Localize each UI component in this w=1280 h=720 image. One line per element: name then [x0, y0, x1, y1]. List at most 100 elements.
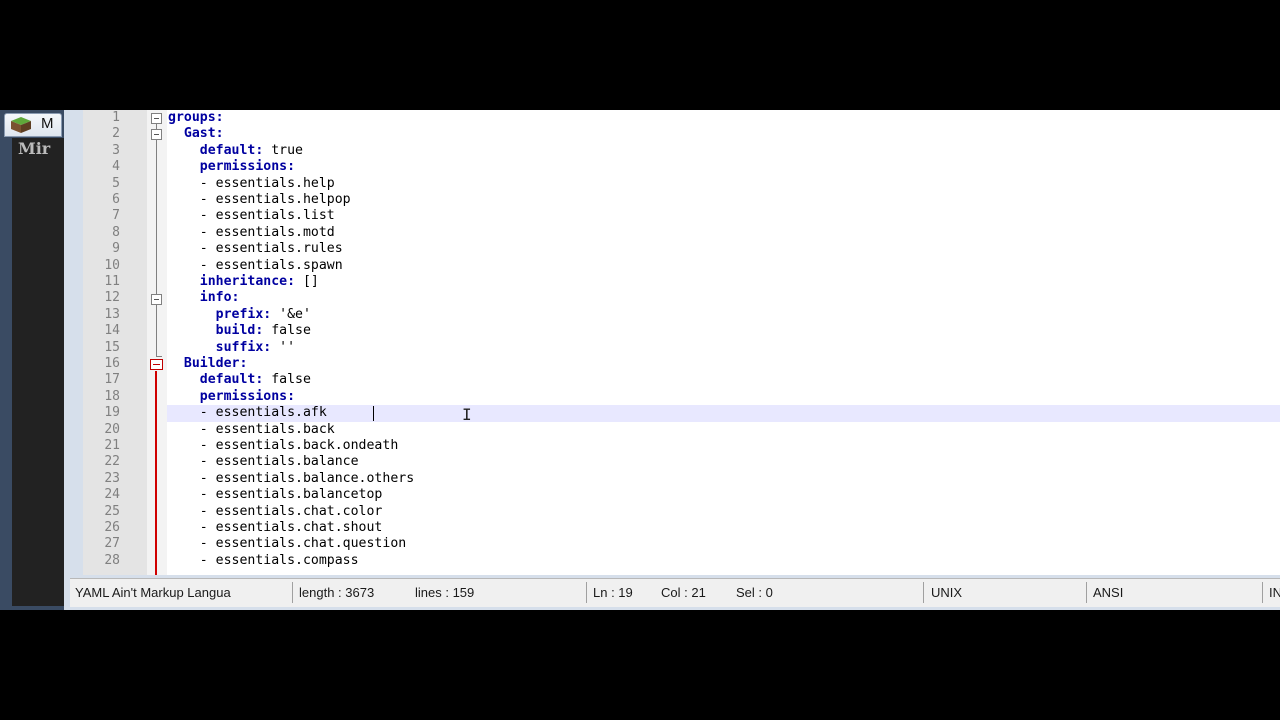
- line-number: 13: [104, 307, 120, 322]
- code-line[interactable]: - essentials.motd: [168, 225, 335, 241]
- yaml-value: '&e': [271, 307, 311, 322]
- yaml-key: permissions:: [199, 159, 296, 174]
- code-line[interactable]: - essentials.compass: [168, 553, 359, 569]
- code-line[interactable]: - essentials.rules: [168, 241, 343, 257]
- yaml-value: []: [295, 274, 319, 289]
- yaml-key: default:: [199, 372, 264, 387]
- fold-line-active: [155, 371, 157, 575]
- yaml-value: - essentials.spawn: [199, 258, 343, 273]
- code-line[interactable]: - essentials.balance.others: [168, 471, 414, 487]
- code-line[interactable]: build: false: [168, 323, 311, 339]
- fold-toggle-icon[interactable]: [150, 359, 163, 370]
- code-line[interactable]: - essentials.helpop: [168, 192, 351, 208]
- yaml-key: suffix:: [215, 340, 272, 355]
- status-lines: lines : 159: [415, 585, 475, 600]
- line-number: 28: [104, 553, 120, 568]
- code-line[interactable]: - essentials.balancetop: [168, 487, 383, 503]
- status-language: YAML Ain't Markup Langua: [75, 585, 231, 600]
- minecraft-grass-block-icon: [11, 117, 31, 133]
- status-bar: YAML Ain't Markup Langua length : 3673 l…: [70, 578, 1280, 607]
- yaml-key: Builder:: [183, 356, 248, 371]
- status-divider: [292, 582, 293, 603]
- code-line[interactable]: - essentials.chat.shout: [168, 520, 383, 536]
- status-sel: Sel : 0: [736, 585, 773, 600]
- status-col: Col : 21: [661, 585, 706, 600]
- yaml-value: - essentials.back: [199, 422, 335, 437]
- fold-toggle-icon[interactable]: [151, 129, 162, 140]
- status-divider: [923, 582, 924, 603]
- line-number: 14: [104, 323, 120, 338]
- code-line[interactable]: - essentials.list: [168, 208, 335, 224]
- background-window-title: Mir: [18, 139, 51, 158]
- ibeam-cursor-icon: I: [462, 405, 472, 424]
- fold-line: [156, 304, 157, 356]
- status-ln: Ln : 19: [593, 585, 633, 600]
- yaml-value: - essentials.motd: [199, 225, 335, 240]
- code-line[interactable]: suffix: '': [168, 340, 295, 356]
- code-line[interactable]: permissions:: [168, 159, 295, 175]
- line-number: 25: [104, 504, 120, 519]
- code-line[interactable]: - essentials.back: [168, 422, 335, 438]
- yaml-value: - essentials.balance: [199, 454, 359, 469]
- yaml-value: - essentials.help: [199, 176, 335, 191]
- code-line[interactable]: - essentials.chat.color: [168, 504, 383, 520]
- line-number: 4: [112, 159, 120, 174]
- fold-toggle-icon[interactable]: [151, 113, 162, 124]
- status-divider: [1086, 582, 1087, 603]
- line-number: 9: [112, 241, 120, 256]
- line-number: 3: [112, 143, 120, 158]
- code-line[interactable]: - essentials.spawn: [168, 258, 343, 274]
- yaml-value: - essentials.list: [199, 208, 335, 223]
- yaml-value: false: [263, 323, 311, 338]
- code-line[interactable]: - essentials.balance: [168, 454, 359, 470]
- yaml-value: - essentials.balancetop: [199, 487, 383, 502]
- code-line[interactable]: - essentials.chat.question: [168, 536, 406, 552]
- code-line[interactable]: inheritance: []: [168, 274, 319, 290]
- line-number: 16: [104, 356, 120, 371]
- code-line[interactable]: prefix: '&e': [168, 307, 311, 323]
- background-window-tab-label: M: [41, 115, 54, 132]
- code-line[interactable]: Gast:: [168, 126, 224, 142]
- code-line[interactable]: default: true: [168, 143, 303, 159]
- code-line[interactable]: permissions:: [168, 389, 295, 405]
- yaml-value: - essentials.afk: [199, 405, 327, 420]
- line-number: 5: [112, 176, 120, 191]
- line-number: 27: [104, 536, 120, 551]
- yaml-value: - essentials.compass: [199, 553, 359, 568]
- yaml-key: inheritance:: [199, 274, 296, 289]
- background-window-body: [12, 138, 64, 606]
- code-line[interactable]: - essentials.help: [168, 176, 335, 192]
- code-line[interactable]: info:: [168, 290, 240, 306]
- line-number: 21: [104, 438, 120, 453]
- code-line[interactable]: default: false: [168, 372, 311, 388]
- code-line[interactable]: - essentials.afk: [168, 405, 327, 421]
- text-caret: [373, 406, 374, 421]
- line-number: 19: [104, 405, 120, 420]
- yaml-value: - essentials.back.ondeath: [199, 438, 399, 453]
- code-line[interactable]: - essentials.back.ondeath: [168, 438, 399, 454]
- code-line[interactable]: groups:: [168, 110, 224, 126]
- line-number: 24: [104, 487, 120, 502]
- line-number: 20: [104, 422, 120, 437]
- code-line[interactable]: Builder:: [168, 356, 248, 372]
- status-eol: UNIX: [931, 585, 963, 600]
- fold-line: [156, 356, 162, 357]
- status-divider: [586, 582, 587, 603]
- fold-toggle-icon[interactable]: [151, 294, 162, 305]
- yaml-key: groups:: [168, 110, 224, 125]
- yaml-value: - essentials.chat.color: [199, 504, 383, 519]
- yaml-key: permissions:: [199, 389, 296, 404]
